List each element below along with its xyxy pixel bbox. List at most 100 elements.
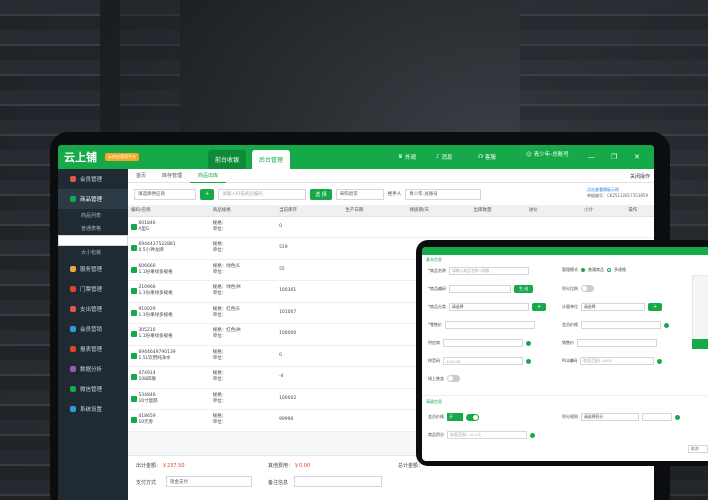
prod-date-cell[interactable] <box>342 366 407 389</box>
sidebar-item-settings[interactable]: 系统设置 <box>58 399 128 419</box>
supplier-label: 供应商 <box>428 340 440 345</box>
sidebar-item-goods[interactable]: 商品管理 <box>58 189 128 209</box>
points-toggle[interactable] <box>581 285 594 292</box>
prod-date-cell[interactable] <box>342 323 407 346</box>
goods-spec: 规格：绿色|M <box>212 285 241 291</box>
code-input[interactable] <box>449 285 511 293</box>
pinyin-label: 拼音码 <box>428 358 440 363</box>
supplier-input[interactable] <box>443 339 523 347</box>
prod-date-cell[interactable] <box>342 216 407 238</box>
goods-spec: 规格： <box>212 242 227 248</box>
name-input[interactable]: 请输入商品名称+规格 <box>449 267 529 275</box>
generate-button[interactable]: 生 成 <box>514 285 534 293</box>
add-unit-button[interactable]: + <box>648 303 663 311</box>
goods-points-input[interactable]: 取值范围0-10.2元 <box>447 431 527 439</box>
member-toggle[interactable] <box>466 413 479 421</box>
plu-input[interactable]: 取值范围1-4000 <box>580 357 655 365</box>
user-icon: ☺ <box>526 152 532 158</box>
code-name-cell: 606660 1.1份果绿多规格 <box>128 259 210 281</box>
service-link[interactable]: ☊ 客服 <box>478 153 496 161</box>
points-rule-input[interactable] <box>642 413 672 421</box>
stock-cell: 519 <box>276 237 343 260</box>
prod-date-cell[interactable] <box>342 409 407 432</box>
sidebar-item-expense[interactable]: 支出管理 <box>58 299 128 319</box>
prod-date-cell[interactable] <box>342 345 407 367</box>
appearance-link[interactable]: ♛ 外观 <box>398 153 416 161</box>
prod-date-cell[interactable] <box>342 302 407 324</box>
tab-stock[interactable]: 库存管理 <box>154 169 190 183</box>
minimize-icon[interactable]: — <box>588 153 595 161</box>
sidebar-sub-goods-list[interactable]: 商品列表 <box>58 209 128 222</box>
sidebar-item-wechat[interactable]: 微信管理 <box>58 379 128 399</box>
goods-thumb-icon <box>131 309 137 316</box>
sidebar-item-analysis[interactable]: 数据分析 <box>58 359 128 379</box>
goods-thumb-icon <box>131 288 137 295</box>
order-no: CK25132817353859 <box>606 193 648 198</box>
close-icon[interactable]: ✕ <box>634 153 640 161</box>
sidebar-item-service[interactable]: 服务管理 <box>58 259 128 279</box>
col-header: 操作 <box>625 205 654 217</box>
close-ops-button[interactable]: 关闭操作 <box>630 173 650 180</box>
remark-input[interactable] <box>294 476 382 487</box>
front-cashier-button[interactable]: 前台收银 <box>208 150 247 169</box>
prod-date-cell[interactable] <box>342 237 407 260</box>
user-menu[interactable]: ☺ 青少年-总账号 <box>526 152 570 158</box>
tab-home[interactable]: 首页 <box>128 169 154 183</box>
pay-select[interactable]: 现金支付 <box>166 476 252 487</box>
wechat-icon <box>70 386 76 392</box>
search-input[interactable]: 请输入扫描商品编码 <box>218 188 307 200</box>
handler-input[interactable]: 青少年-总账号 <box>405 188 482 200</box>
unit-label: 计量单位 <box>562 304 578 309</box>
goods-thumb-icon <box>131 374 137 381</box>
image-upload[interactable] <box>692 275 708 345</box>
table-row[interactable]: 601846 A型G 规格： 单位： 0 <box>128 216 654 238</box>
prod-date-cell[interactable] <box>342 388 407 410</box>
message-link[interactable]: ♪ 消息 <box>436 153 453 161</box>
sidebar-item-report[interactable]: 报表管理 <box>58 339 128 359</box>
cost-input[interactable] <box>581 321 661 329</box>
tab-outbound[interactable]: 商品出库 <box>190 169 227 183</box>
marketing-icon <box>70 326 76 332</box>
action-cell[interactable] <box>625 216 654 238</box>
online-label: 线上售卖 <box>428 375 444 381</box>
purchase-return-select[interactable]: 采购退货 <box>335 188 384 200</box>
online-toggle[interactable] <box>447 375 460 382</box>
add-supplier-button[interactable]: + <box>200 188 215 200</box>
points-rule-select[interactable]: 请选择积分 <box>581 413 639 421</box>
info-icon <box>675 414 680 420</box>
other-fee-value: ￥0.00 <box>294 463 311 469</box>
service-icon <box>70 266 76 272</box>
radio-normal[interactable] <box>581 268 585 272</box>
retail-input[interactable] <box>445 321 535 329</box>
prod-date-cell[interactable] <box>342 259 407 281</box>
goods-name: A型G <box>138 226 150 232</box>
restore-icon[interactable]: ❐ <box>611 153 617 161</box>
radio-multi[interactable] <box>607 268 611 272</box>
qty-cell[interactable] <box>470 216 526 238</box>
sidebar-sub-package[interactable]: 大小包装 <box>58 246 128 259</box>
supplier-select[interactable]: 请选择供应商 <box>134 188 196 200</box>
sale-input[interactable] <box>577 339 657 347</box>
pinyin-input[interactable]: 100128 <box>443 357 523 365</box>
sidebar-item-member[interactable]: 会员管理 <box>58 169 128 189</box>
sidebar-sub-normal-table[interactable]: 普通表格 <box>58 222 128 235</box>
price-cell[interactable] <box>525 216 582 238</box>
select-button[interactable]: 选 择 <box>310 188 332 200</box>
back-admin-button[interactable]: 后台管理 <box>252 150 291 169</box>
add-category-button[interactable]: + <box>532 303 547 311</box>
cancel-button[interactable]: 取消 <box>688 445 708 453</box>
upload-button[interactable] <box>692 339 708 349</box>
shelf-life-cell[interactable] <box>406 216 471 238</box>
goods-thumb-icon <box>131 266 137 273</box>
unit-select[interactable]: 请选择 <box>581 303 645 311</box>
sidebar-item-marketing[interactable]: 会员营销 <box>58 319 128 339</box>
category-select[interactable]: 请选择 <box>449 303 529 311</box>
code-name-cell: 6944649790139 1.5L饮用纯净水 <box>128 345 210 367</box>
goods-code: 6944649790139 <box>138 349 176 355</box>
mode-label: 管理模式 <box>562 267 578 272</box>
stock-cell: 0 <box>276 216 343 238</box>
sidebar-item-ticket[interactable]: 门票管理 <box>58 279 128 299</box>
prod-date-cell[interactable] <box>342 280 407 303</box>
sidebar-sub-stock[interactable]: 库存管理 <box>58 235 128 246</box>
goods-unit: 单位： <box>212 398 227 404</box>
